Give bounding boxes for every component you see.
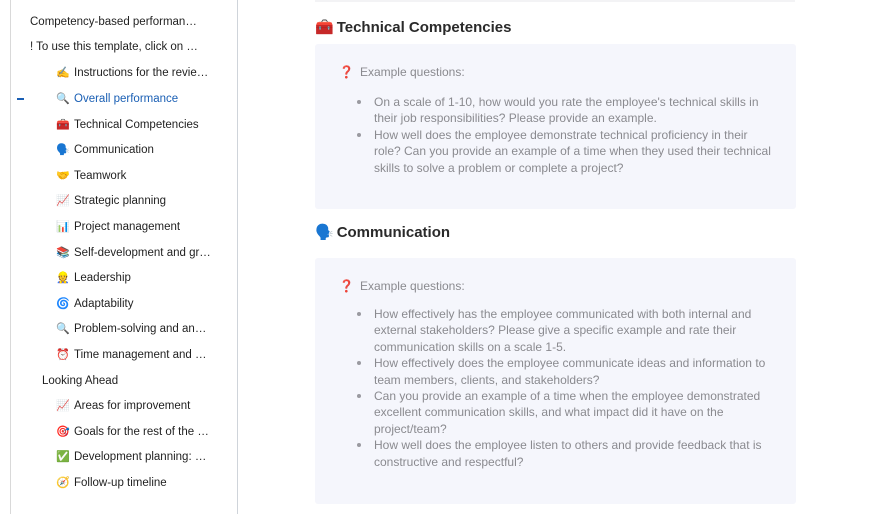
toc-item-label: Self-development and gr… xyxy=(74,247,211,259)
callout-heading: ❓ Example questions: xyxy=(339,279,465,293)
toc-item-technical-competencies[interactable]: 🧰 Technical Competencies xyxy=(56,115,216,135)
compass-icon: 🧭 xyxy=(56,477,70,489)
toc-item-label: Project management xyxy=(74,221,181,233)
question-list: How effectively has the employee communi… xyxy=(354,306,774,470)
toc-item-overall-performance[interactable]: 🔍 Overall performance xyxy=(56,89,216,109)
toolbox-icon: 🧰 xyxy=(315,19,334,36)
toc-item-label: Leadership xyxy=(74,272,131,284)
toc-item-project-management[interactable]: 📊 Project management xyxy=(56,217,216,237)
toc-item-label: Competency-based performan… xyxy=(30,16,197,28)
toc-item-label: Technical Competencies xyxy=(74,119,199,131)
toc-item-communication[interactable]: 🗣️ Communication xyxy=(56,140,216,160)
alarm-clock-icon: ⏰ xyxy=(56,349,70,361)
question-list: On a scale of 1-10, how would you rate t… xyxy=(354,94,774,176)
toc-item-strategic-planning[interactable]: 📈 Strategic planning xyxy=(56,191,216,211)
question-mark-icon: ❓ xyxy=(339,65,354,79)
toc-item-teamwork[interactable]: 🤝 Teamwork xyxy=(56,166,216,186)
toc-item-label: Teamwork xyxy=(74,170,127,182)
toc-item-label: Areas for improvement xyxy=(74,400,191,412)
toc-item-label: Goals for the rest of the … xyxy=(74,426,209,438)
active-item-marker xyxy=(17,98,24,100)
toc-item-title[interactable]: Competency-based performan… xyxy=(30,12,220,32)
toc-item-problem-solving[interactable]: 🔍 Problem-solving and an… xyxy=(56,319,216,339)
list-item: How effectively does the employee commun… xyxy=(354,355,774,388)
heading-communication: 🗣️ Communication xyxy=(315,222,450,244)
toc-item-follow-up-timeline[interactable]: 🧭 Follow-up timeline xyxy=(56,473,216,493)
toc-item-adaptability[interactable]: 🌀 Adaptability xyxy=(56,294,216,314)
speaking-head-icon: 🗣️ xyxy=(56,144,70,156)
previous-callout-edge xyxy=(315,0,795,2)
target-icon: 🎯 xyxy=(56,426,70,438)
toc-item-label: Strategic planning xyxy=(74,195,167,207)
list-item: On a scale of 1-10, how would you rate t… xyxy=(354,94,774,127)
table-of-contents: Competency-based performan… ! To use thi… xyxy=(10,0,238,514)
books-icon: 📚 xyxy=(56,247,70,259)
bar-chart-icon: 📊 xyxy=(56,221,70,233)
question-mark-icon: ❓ xyxy=(339,279,354,293)
toc-item-areas-for-improvement[interactable]: 📈 Areas for improvement xyxy=(56,396,216,416)
check-mark-icon: ✅ xyxy=(56,451,70,463)
callout-heading: ❓ Example questions: xyxy=(339,65,465,79)
chart-increasing-icon: 📈 xyxy=(56,400,70,412)
toc-item-label: Instructions for the revie… xyxy=(74,67,209,79)
toc-item-label: Overall performance xyxy=(74,93,179,105)
toc-item-goals[interactable]: 🎯 Goals for the rest of the … xyxy=(56,422,216,442)
list-item: How well does the employee demonstrate t… xyxy=(354,127,774,176)
toc-item-time-management[interactable]: ⏰ Time management and … xyxy=(56,345,216,365)
toc-item-label: Time management and … xyxy=(74,349,207,361)
callout-heading-text: Example questions: xyxy=(359,65,465,79)
magnifier-icon: 🔍 xyxy=(56,323,70,335)
toc-item-looking-ahead[interactable]: Looking Ahead xyxy=(42,371,222,391)
toolbox-icon: 🧰 xyxy=(56,119,70,131)
callout-technical-questions[interactable]: ❓ Example questions: On a scale of 1-10, … xyxy=(315,44,796,209)
list-item: How well does the employee listen to oth… xyxy=(354,437,774,470)
toc-item-label: Looking Ahead xyxy=(42,375,119,387)
toc-item-label: ! To use this template, click on … xyxy=(30,41,198,53)
worker-icon: 👷 xyxy=(56,272,70,284)
toc-item-development-planning[interactable]: ✅ Development planning: … xyxy=(56,447,216,467)
toc-item-leadership[interactable]: 👷 Leadership xyxy=(56,268,216,288)
heading-text: Communication xyxy=(336,224,451,241)
callout-communication-questions[interactable]: ❓ Example questions: How effectively has … xyxy=(315,258,796,504)
toc-item-instructions-note[interactable]: ! To use this template, click on … xyxy=(30,37,220,57)
heading-text: Technical Competencies xyxy=(336,19,512,36)
heading-technical-competencies: 🧰 Technical Competencies xyxy=(315,17,511,39)
toc-item-label: Development planning: … xyxy=(74,451,207,463)
toc-item-label: Follow-up timeline xyxy=(74,477,167,489)
document-body: 🧰 Technical Competencies ❓ Example questio… xyxy=(240,0,873,514)
handshake-icon: 🤝 xyxy=(56,170,70,182)
cyclone-icon: 🌀 xyxy=(56,298,70,310)
toc-item-label: Communication xyxy=(74,144,154,156)
toc-item-reviewer-instructions[interactable]: ✍️ Instructions for the revie… xyxy=(56,63,216,83)
chart-increasing-icon: 📈 xyxy=(56,195,70,207)
callout-heading-text: Example questions: xyxy=(359,279,465,293)
list-item: How effectively has the employee communi… xyxy=(354,306,774,355)
magnifier-icon: 🔍 xyxy=(56,93,70,105)
toc-item-label: Adaptability xyxy=(74,298,134,310)
writing-hand-icon: ✍️ xyxy=(56,67,70,79)
speaking-head-icon: 🗣️ xyxy=(315,224,334,241)
toc-item-label: Problem-solving and an… xyxy=(74,323,207,335)
toc-item-self-development[interactable]: 📚 Self-development and gr… xyxy=(56,243,216,263)
list-item: Can you provide an example of a time whe… xyxy=(354,388,774,437)
